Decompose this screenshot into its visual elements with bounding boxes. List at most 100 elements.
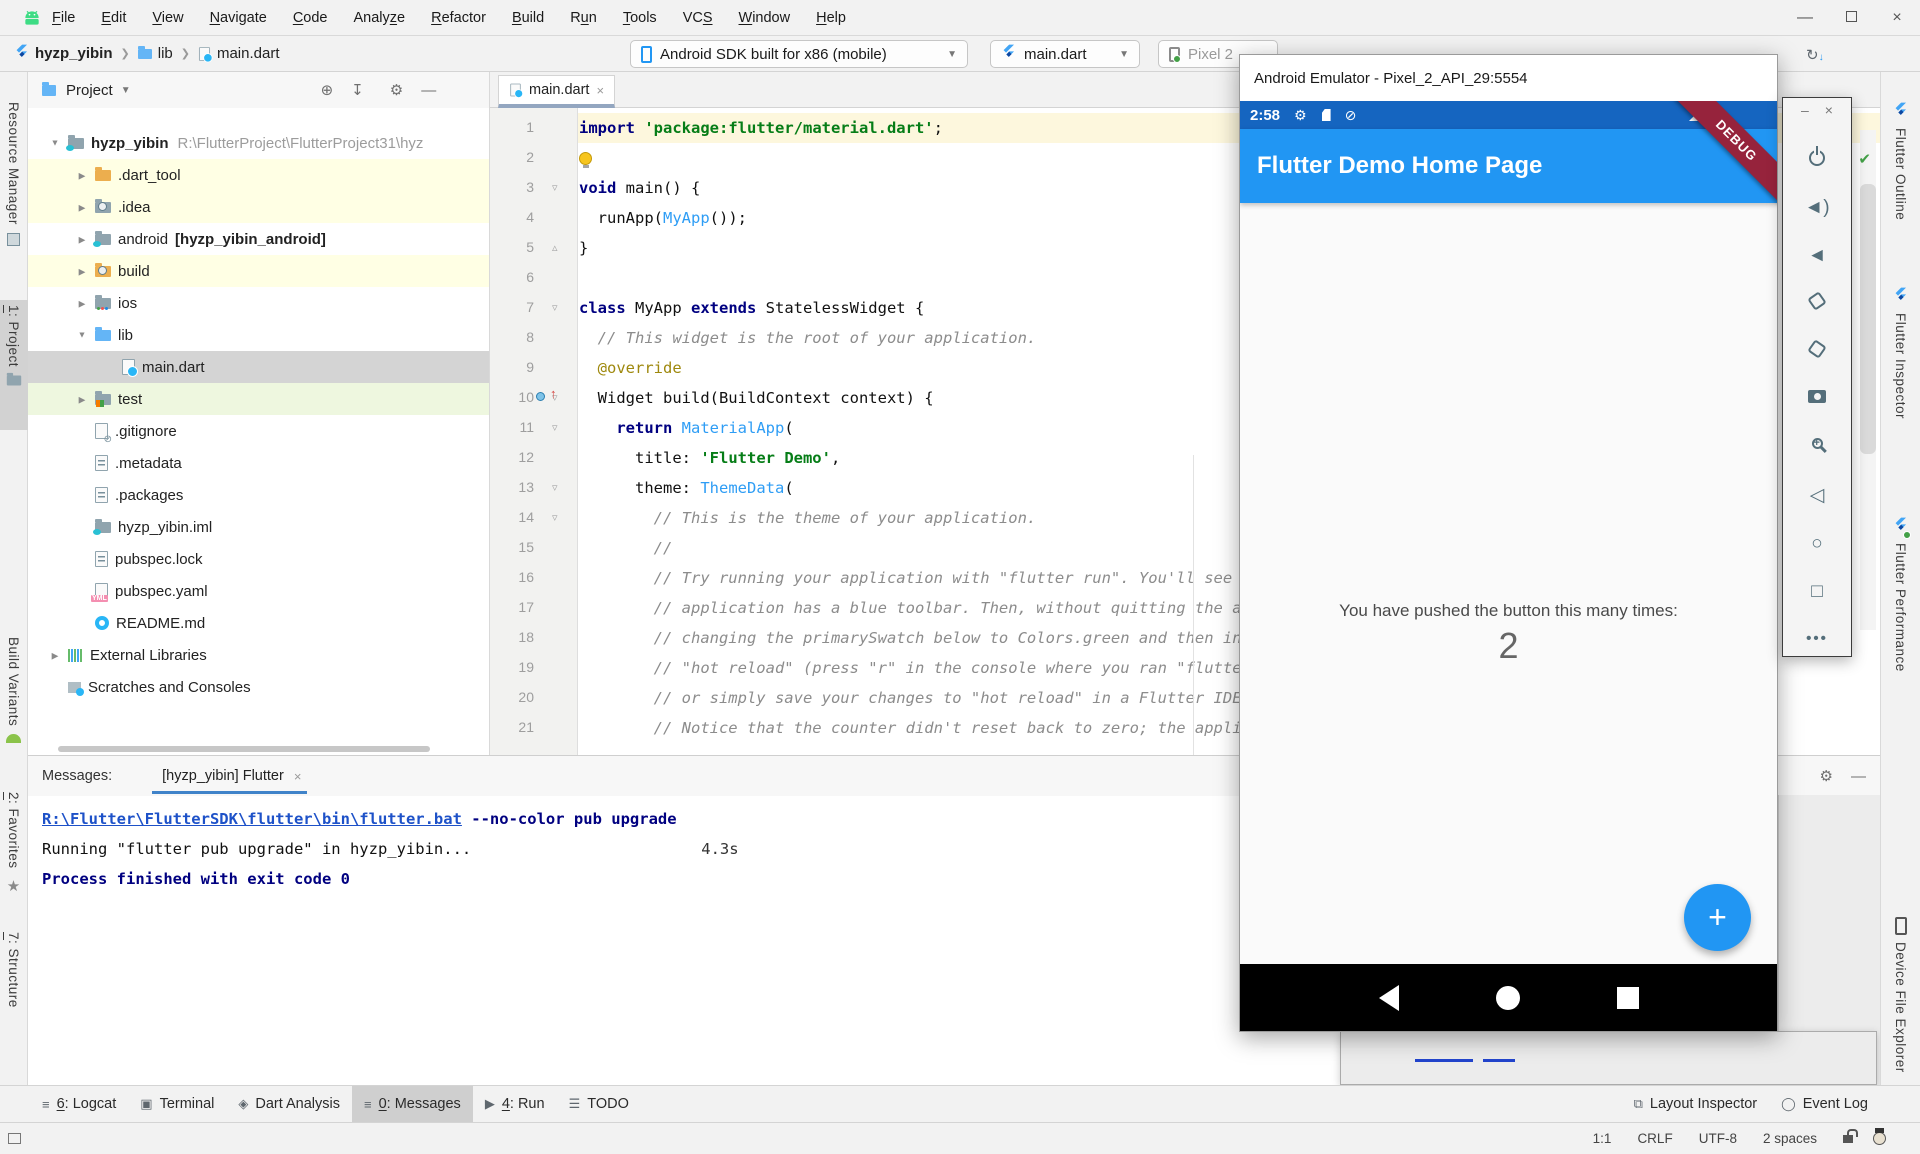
close-tab-icon[interactable]: × <box>596 83 604 98</box>
fold-marker-icon[interactable]: ▿ <box>552 511 558 524</box>
breadcrumb-lib[interactable]: lib <box>158 45 173 62</box>
tree-row-pubspec-yaml[interactable]: pubspec.yaml <box>28 575 490 607</box>
menu-refactor[interactable]: Refactor <box>431 10 486 26</box>
tree-row--gitignore[interactable]: .gitignore <box>28 415 490 447</box>
menu-view[interactable]: View <box>152 10 183 26</box>
tree-row-readme-md[interactable]: README.md <box>28 607 490 639</box>
hector-inspector-icon[interactable] <box>1873 1132 1886 1145</box>
sidebar-stripe-flutter-performance[interactable]: Flutter Performance <box>1881 517 1920 672</box>
sidebar-stripe---structure[interactable]: 7: Structure <box>0 932 27 1008</box>
status-item-line-ending[interactable]: CRLF <box>1637 1131 1672 1146</box>
sidebar-stripe-flutter-outline[interactable]: Flutter Outline <box>1881 102 1920 220</box>
tool-window-button-undefinedlayout-inspector[interactable]: ⧉Layout Inspector <box>1622 1086 1770 1122</box>
locate-file-icon[interactable]: ⊕ <box>321 81 334 99</box>
emulator-zoom-button[interactable] <box>1783 438 1851 449</box>
expand-right-icon[interactable]: ▶ <box>76 234 87 244</box>
sidebar-stripe-build-variants[interactable]: Build Variants <box>0 637 27 743</box>
window-minimize-button[interactable]: — <box>1782 9 1828 27</box>
editor-scrollbar-thumb[interactable] <box>1860 184 1876 454</box>
settings-gear-icon[interactable]: ⚙ <box>390 81 403 99</box>
emulator-more-button[interactable]: ••• <box>1783 630 1851 647</box>
fold-marker-icon[interactable]: ▿ <box>552 181 558 194</box>
tree-row-ios[interactable]: ▶ios <box>28 287 490 319</box>
settings-gear-icon[interactable]: ⚙ <box>1820 767 1833 785</box>
emulator-close-button[interactable]: × <box>1825 102 1833 118</box>
expand-right-icon[interactable]: ▶ <box>76 266 87 276</box>
run-config-dropdown[interactable]: main.dart ▼ <box>990 40 1140 68</box>
emulator-rotate-right-button[interactable] <box>1783 342 1851 356</box>
tool-window-button-todo[interactable]: ☰TODO <box>557 1086 641 1122</box>
tree-row-android[interactable]: ▶android[hyzp_yibin_android] <box>28 223 490 255</box>
sidebar-stripe---favorites[interactable]: 2: Favorites★ <box>0 792 27 895</box>
expand-right-icon[interactable]: ▶ <box>76 298 87 308</box>
status-item-encoding[interactable]: UTF-8 <box>1699 1131 1737 1146</box>
fold-marker-icon[interactable]: ▵ <box>552 241 558 254</box>
emulator-minimize-button[interactable]: – <box>1801 102 1809 118</box>
emulator-power-button[interactable] <box>1783 150 1851 166</box>
fold-marker-icon[interactable]: ▿ <box>552 421 558 434</box>
window-close-button[interactable]: × <box>1874 9 1920 27</box>
tree-row--packages[interactable]: .packages <box>28 479 490 511</box>
menu-window[interactable]: Window <box>739 10 791 26</box>
tree-row--idea[interactable]: ▶.idea <box>28 191 490 223</box>
tree-row-build[interactable]: ▶build <box>28 255 490 287</box>
nav-overview-button[interactable] <box>1617 987 1639 1009</box>
expand-right-icon[interactable]: ▶ <box>76 202 87 212</box>
sidebar-stripe-flutter-inspector[interactable]: Flutter Inspector <box>1881 287 1920 419</box>
collapse-all-icon[interactable]: ↧ <box>351 81 364 99</box>
tree-row-hyzp-yibin-iml[interactable]: hyzp_yibin.iml <box>28 511 490 543</box>
menu-navigate[interactable]: Navigate <box>210 10 267 26</box>
menu-file[interactable]: File <box>52 10 75 26</box>
lock-icon[interactable] <box>1843 1135 1853 1143</box>
tool-window-switcher-icon[interactable] <box>8 1133 21 1144</box>
menu-edit[interactable]: Edit <box>101 10 126 26</box>
menu-code[interactable]: Code <box>293 10 328 26</box>
expand-down-icon[interactable]: ▼ <box>76 330 87 340</box>
console-text[interactable]: R:\Flutter\FlutterSDK\flutter\bin\flutte… <box>42 810 462 828</box>
expand-down-icon[interactable]: ▼ <box>49 138 60 148</box>
close-tab-icon[interactable]: × <box>294 769 302 784</box>
status-item-indent[interactable]: 2 spaces <box>1763 1131 1817 1146</box>
expand-right-icon[interactable]: ▶ <box>76 170 87 180</box>
horizontal-scrollbar[interactable] <box>58 746 430 752</box>
implements-arrow-icon[interactable]: ↑ <box>550 386 557 401</box>
menu-vcs[interactable]: VCS <box>683 10 713 26</box>
tool-window-button-dart-analysis[interactable]: ◈Dart Analysis <box>226 1086 352 1122</box>
inspections-ok-icon[interactable]: ✔ <box>1858 150 1871 168</box>
emulator-screen[interactable]: 2:58 ⚙ ⊘ Flutter Demo Home Page DEBUG Yo… <box>1240 101 1777 1031</box>
fold-marker-icon[interactable]: ▿ <box>552 481 558 494</box>
expand-right-icon[interactable]: ▶ <box>49 650 60 660</box>
sidebar-stripe-device-file-explorer[interactable]: Device File Explorer <box>1881 917 1920 1073</box>
tree-row-scratches-and-consoles[interactable]: Scratches and Consoles <box>28 671 490 703</box>
intention-bulb-icon[interactable] <box>579 152 592 165</box>
expand-right-icon[interactable]: ▶ <box>76 394 87 404</box>
tool-window-button-undefinedevent-log[interactable]: ◯Event Log <box>1769 1086 1880 1122</box>
device-selector-dropdown[interactable]: Android SDK built for x86 (mobile) ▼ <box>630 40 968 68</box>
tool-window-button-0--messages[interactable]: ≡0: Messages <box>352 1086 473 1122</box>
tree-row-external-libraries[interactable]: ▶External Libraries <box>28 639 490 671</box>
fab-increment-button[interactable]: + <box>1684 884 1751 951</box>
emulator-volume-up-button[interactable]: ◄) <box>1783 198 1851 217</box>
menu-run[interactable]: Run <box>570 10 597 26</box>
sidebar-stripe-resource-manager[interactable]: Resource Manager <box>0 102 27 246</box>
nav-home-button[interactable] <box>1496 986 1520 1010</box>
window-maximize-button[interactable] <box>1828 9 1874 27</box>
tree-row--metadata[interactable]: .metadata <box>28 447 490 479</box>
project-view-title[interactable]: Project <box>66 82 113 99</box>
override-indicator-icon[interactable] <box>536 392 545 401</box>
sync-icon[interactable]: ↻↓ <box>1806 46 1824 64</box>
messages-tab-flutter[interactable]: [hyzp_yibin] Flutter × <box>152 756 307 796</box>
emulator-overview-button[interactable]: □ <box>1783 582 1851 601</box>
emulator-volume-down-button[interactable]: ◄ <box>1783 246 1851 265</box>
emulator-back-button[interactable]: ◁ <box>1783 486 1851 505</box>
tool-window-button-terminal[interactable]: ▣Terminal <box>128 1086 226 1122</box>
emulator-home-button[interactable]: ○ <box>1783 534 1851 553</box>
hide-panel-icon[interactable]: — <box>1851 768 1866 785</box>
menu-tools[interactable]: Tools <box>623 10 657 26</box>
tree-row-main-dart[interactable]: main.dart <box>28 351 490 383</box>
emulator-rotate-left-button[interactable] <box>1783 294 1851 308</box>
menu-help[interactable]: Help <box>816 10 846 26</box>
breadcrumb-file[interactable]: main.dart <box>217 45 280 62</box>
tree-row-hyzp-yibin[interactable]: ▼hyzp_yibinR:\FlutterProject\FlutterProj… <box>28 127 490 159</box>
tree-row-test[interactable]: ▶test <box>28 383 490 415</box>
